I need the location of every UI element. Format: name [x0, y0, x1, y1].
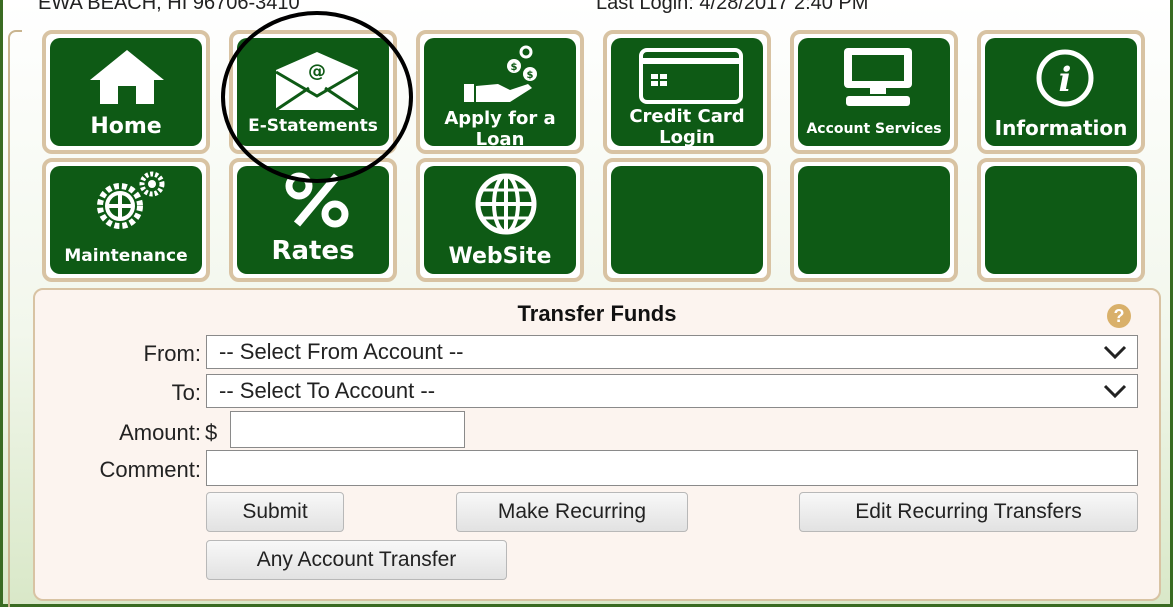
credit-card-tile[interactable]: Credit Card Login: [603, 30, 771, 154]
maintenance-tile-face: Maintenance: [50, 166, 202, 274]
amount-input[interactable]: [230, 411, 465, 448]
apply-loan-tile[interactable]: $ $ Apply for a Loan: [416, 30, 584, 154]
rates-tile-face: Rates: [237, 166, 389, 274]
info-icon: i: [1036, 49, 1094, 107]
computer-icon: [844, 48, 912, 106]
comment-input[interactable]: [206, 450, 1138, 486]
currency-symbol: $: [205, 420, 218, 445]
chevron-down-icon: [1103, 345, 1127, 360]
information-tile[interactable]: i Information: [977, 30, 1145, 154]
to-account-value: -- Select To Account --: [219, 378, 436, 403]
home-tile[interactable]: Home: [42, 30, 210, 154]
empty-tile-1: [603, 158, 771, 282]
maintenance-tile[interactable]: Maintenance: [42, 158, 210, 282]
apply-loan-tile-face: $ $ Apply for a Loan: [424, 38, 576, 150]
member-address: EWA BEACH, HI 96706-3410: [38, 0, 300, 14]
amount-label: Amount:: [119, 420, 201, 445]
apply-loan-label-line2: Loan: [475, 129, 525, 150]
svg-text:@: @: [308, 61, 326, 82]
from-account-select[interactable]: -- Select From Account --: [206, 335, 1138, 369]
transfer-funds-title: Transfer Funds: [517, 301, 677, 326]
empty-tile-3-face: [985, 166, 1137, 274]
empty-tile-2-face: [798, 166, 950, 274]
credit-card-icon: [639, 48, 743, 104]
svg-text:$: $: [511, 62, 518, 73]
edit-recurring-transfers-button[interactable]: Edit Recurring Transfers: [799, 492, 1138, 532]
website-tile[interactable]: WebSite: [416, 158, 584, 282]
any-account-transfer-button[interactable]: Any Account Transfer: [206, 540, 507, 580]
top-info-bar: EWA BEACH, HI 96706-3410 Last Login: 4/2…: [0, 0, 1173, 20]
gears-icon: [97, 171, 165, 229]
house-icon: [90, 50, 164, 104]
website-label: WebSite: [448, 244, 552, 269]
envelope-at-icon: @: [275, 52, 359, 112]
credit-card-tile-face: Credit Card Login: [611, 38, 763, 148]
submit-button[interactable]: Submit: [206, 492, 344, 532]
globe-icon: [475, 173, 537, 235]
website-tile-face: WebSite: [424, 166, 576, 274]
account-services-tile-face: Account Services: [798, 38, 950, 146]
transfer-funds-panel: Transfer Funds ? From: -- Select From Ac…: [33, 288, 1161, 601]
credit-card-label-line1: Credit Card: [629, 106, 745, 127]
last-login: Last Login: 4/28/2017 2:40 PM: [596, 0, 869, 14]
empty-tile-3: [977, 158, 1145, 282]
estatements-tile-face: @ E-Statements: [237, 38, 389, 146]
information-label: Information: [994, 116, 1128, 140]
help-icon[interactable]: ?: [1107, 304, 1131, 328]
make-recurring-button[interactable]: Make Recurring: [456, 492, 688, 532]
from-label: From:: [143, 341, 201, 366]
comment-label: Comment:: [99, 457, 201, 482]
left-border-rule: [8, 30, 22, 607]
loan-hand-coins-icon: $ $: [464, 45, 537, 102]
information-tile-face: i Information: [985, 38, 1137, 146]
home-tile-face: Home: [50, 38, 202, 146]
account-services-tile[interactable]: Account Services: [790, 30, 958, 154]
apply-loan-label-line1: Apply for a: [444, 108, 556, 129]
account-services-label: Account Services: [806, 121, 942, 137]
rates-tile[interactable]: Rates: [229, 158, 397, 282]
svg-text:i: i: [1059, 60, 1072, 100]
percent-icon: [285, 172, 349, 228]
to-label: To:: [171, 380, 201, 405]
empty-tile-2: [790, 158, 958, 282]
estatements-label: E-Statements: [248, 116, 378, 136]
home-label: Home: [90, 114, 162, 139]
chevron-down-icon: [1103, 384, 1127, 399]
from-account-value: -- Select From Account --: [219, 339, 464, 364]
credit-card-label-line2: Login: [659, 127, 715, 148]
empty-tile-1-face: [611, 166, 763, 274]
rates-label: Rates: [271, 236, 355, 266]
maintenance-label: Maintenance: [64, 246, 188, 266]
estatements-tile[interactable]: @ E-Statements: [229, 30, 397, 154]
to-account-select[interactable]: -- Select To Account --: [206, 374, 1138, 408]
svg-text:$: $: [527, 70, 534, 81]
